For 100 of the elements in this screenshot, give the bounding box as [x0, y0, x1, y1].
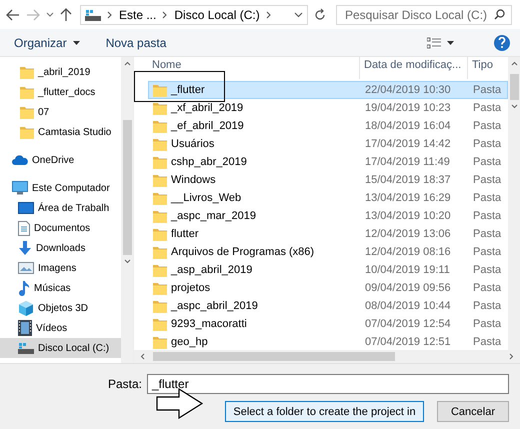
folder-icon — [153, 138, 167, 150]
file-row[interactable]: _ef_abril_2019 18/04/2019 16:04 Pasta — [148, 117, 508, 135]
file-row[interactable]: _aspc_mar_2019 13/04/2019 10:20 Pasta — [148, 207, 508, 225]
file-type: Pasta — [472, 336, 502, 348]
file-row[interactable]: projetos 09/04/2019 09:56 Pasta — [148, 279, 508, 297]
chevron-down-icon[interactable] — [294, 12, 303, 18]
sidebar-item[interactable]: Área de Trabalh — [0, 198, 121, 218]
file-row[interactable]: Usuários 17/04/2019 14:42 Pasta — [148, 135, 508, 153]
sidebar-item[interactable]: Músicas — [0, 278, 121, 298]
recent-dropdown[interactable] — [46, 12, 54, 18]
file-row[interactable]: cshp_abr_2019 17/04/2019 11:49 Pasta — [148, 153, 508, 171]
file-type: Pasta — [472, 228, 502, 240]
chevron-right-icon — [266, 10, 272, 18]
sidebar-item[interactable]: Objetos 3D — [0, 298, 121, 318]
column-header[interactable]: Nome — [148, 57, 360, 79]
folder-label: Pasta: — [108, 377, 142, 391]
view-options-button[interactable] — [427, 36, 454, 48]
scroll-left-icon[interactable] — [140, 353, 145, 360]
refresh-button[interactable] — [314, 8, 326, 21]
scrollbar-thumb[interactable] — [153, 352, 395, 361]
sidebar-item[interactable]: Este Computador — [0, 178, 121, 198]
folder-icon — [153, 156, 167, 168]
modified-date: 09/04/2019 09:56 — [364, 282, 452, 294]
cancel-button[interactable]: Cancelar — [437, 401, 509, 422]
file-name: 9293_macoratti — [171, 318, 247, 330]
folder-icon — [20, 126, 34, 138]
scroll-down-icon[interactable] — [124, 259, 130, 264]
sidebar-item[interactable]: Vídeos — [0, 318, 121, 338]
folder-icon — [153, 192, 167, 204]
new-folder-button[interactable]: Nova pasta — [106, 36, 166, 50]
scrollbar-thumb[interactable] — [510, 74, 518, 100]
modified-date: 19/04/2019 10:23 — [364, 102, 452, 114]
file-row[interactable]: flutter 12/04/2019 13:06 Pasta — [148, 225, 508, 243]
modified-date: 12/04/2019 08:16 — [364, 246, 452, 258]
file-row[interactable]: _aspc_abril_2019 08/04/2019 10:44 Pasta — [148, 297, 508, 315]
organize-menu[interactable]: Organizar — [14, 36, 80, 50]
monitor-icon — [12, 181, 28, 195]
folder-icon — [153, 336, 167, 348]
chevron-right-icon — [107, 10, 113, 18]
modified-date: 13/04/2019 16:29 — [364, 192, 452, 204]
file-type: Pasta — [472, 282, 502, 294]
drive-icon — [18, 342, 34, 354]
file-row[interactable]: _xf_abril_2019 19/04/2019 10:23 Pasta — [148, 99, 508, 117]
modified-date: 22/04/2019 10:30 — [364, 84, 452, 96]
file-type: Pasta — [472, 192, 502, 204]
scroll-up-icon[interactable] — [124, 61, 130, 66]
select-folder-button[interactable]: Select a folder to create the project in — [225, 401, 424, 422]
file-row[interactable]: _flutter 22/04/2019 10:30 Pasta — [148, 81, 508, 99]
music-note-icon — [18, 280, 30, 296]
file-row[interactable]: 9293_macoratti 07/04/2019 12:54 Pasta — [148, 315, 508, 333]
file-row[interactable]: __Livros_Web 13/04/2019 16:29 Pasta — [148, 189, 508, 207]
sidebar-item[interactable]: Downloads — [0, 238, 121, 258]
column-header[interactable]: Tipo — [468, 57, 508, 79]
file-row[interactable]: Arquivos de Programas (x86) 12/04/2019 08:16 Pasta — [148, 243, 508, 261]
file-row[interactable]: geo_hp 07/04/2019 12:51 Pasta — [148, 333, 508, 350]
folder-icon — [153, 300, 167, 312]
file-name: _xf_abril_2019 — [171, 102, 244, 114]
file-name: Usuários — [171, 138, 214, 150]
address-bar[interactable]: Este ... Disco Local (C:) — [80, 4, 308, 24]
help-icon[interactable] — [494, 34, 510, 50]
folder-icon — [153, 264, 167, 276]
file-name: _aspc_abril_2019 — [171, 300, 258, 312]
back-button[interactable] — [6, 8, 20, 20]
breadcrumb[interactable]: Disco Local (C:) — [174, 8, 260, 22]
file-row[interactable]: Windows 15/04/2019 18:37 Pasta — [148, 171, 508, 189]
file-type: Pasta — [472, 156, 502, 168]
up-button[interactable] — [60, 8, 72, 22]
file-type: Pasta — [472, 120, 502, 132]
folder-icon — [20, 66, 34, 78]
folder-name-field[interactable]: _flutter — [147, 374, 509, 394]
search-field[interactable]: Pesquisar Disco Local (C:) — [336, 4, 512, 24]
scroll-up-icon[interactable] — [510, 61, 518, 66]
scroll-right-icon[interactable] — [509, 353, 514, 360]
sidebar-item[interactable]: _flutter_docs — [0, 82, 121, 102]
folder-icon — [153, 102, 167, 114]
file-type: Pasta — [472, 300, 502, 312]
file-name: _ef_abril_2019 — [171, 120, 244, 132]
folder-icon — [153, 174, 167, 186]
sidebar-item[interactable]: Documentos — [0, 218, 121, 238]
sidebar-item[interactable]: Imagens — [0, 258, 121, 278]
modified-date: 17/04/2019 14:42 — [364, 138, 452, 150]
sidebar-item[interactable]: OneDrive — [0, 150, 121, 170]
document-icon — [18, 220, 30, 236]
file-name: Windows — [171, 174, 216, 186]
folder-icon — [20, 106, 34, 118]
folder-icon — [153, 228, 167, 240]
file-name: _asp_abril_2019 — [171, 264, 252, 276]
sidebar-item[interactable]: 07 — [0, 102, 121, 122]
breadcrumb[interactable]: Este ... — [119, 8, 156, 22]
column-header[interactable]: Data de modificaç... — [360, 57, 468, 79]
scroll-down-icon[interactable] — [510, 104, 518, 109]
scrollbar-thumb[interactable] — [122, 120, 132, 255]
sidebar-item[interactable]: Disco Local (C:) — [0, 338, 121, 358]
file-row[interactable]: _asp_abril_2019 10/04/2019 19:11 Pasta — [148, 261, 508, 279]
image-icon — [18, 262, 34, 274]
sidebar-item[interactable]: _abril_2019 — [0, 62, 121, 82]
search-icon — [494, 9, 505, 20]
cube-icon — [18, 300, 34, 316]
desktop-icon — [18, 202, 34, 214]
sidebar-item[interactable]: Camtasia Studio — [0, 122, 121, 142]
